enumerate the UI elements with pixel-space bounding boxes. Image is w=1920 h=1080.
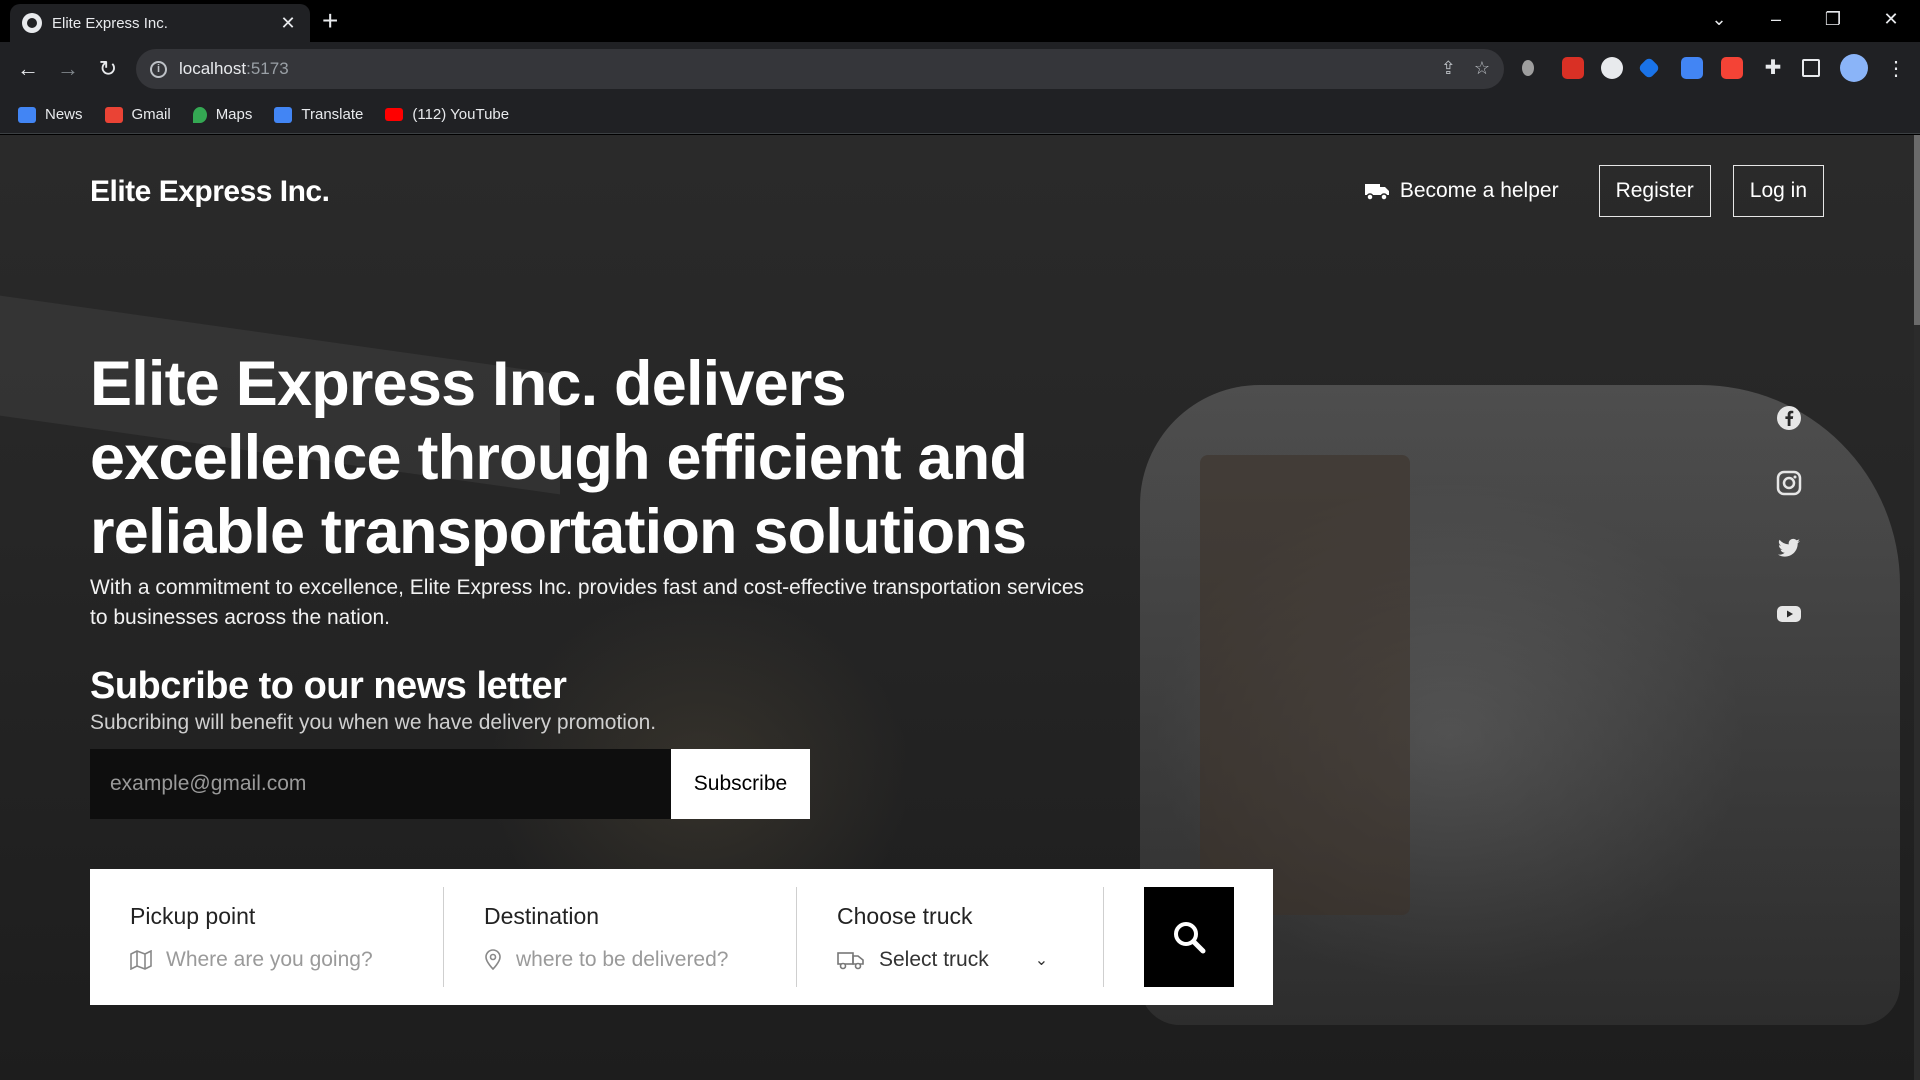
destination-placeholder: where to be delivered? — [516, 947, 729, 971]
close-tab-icon[interactable]: ✕ — [278, 13, 298, 34]
bookmark-youtube[interactable]: (112) YouTube — [385, 106, 509, 123]
youtube-icon[interactable] — [1776, 601, 1802, 627]
bookmark-translate[interactable]: Translate — [274, 106, 363, 123]
login-button[interactable]: Log in — [1732, 165, 1824, 217]
new-tab-icon[interactable]: + — [322, 6, 338, 36]
page-scrollbar[interactable] — [1914, 135, 1920, 1080]
bookmark-maps[interactable]: Maps — [192, 106, 253, 123]
profile-avatar[interactable] — [1840, 54, 1868, 82]
scrollbar-thumb[interactable] — [1914, 135, 1920, 325]
booking-search-card: Pickup point Where are you going? Destin… — [90, 869, 1273, 1005]
hero-title: Elite Express Inc. delivers excellence t… — [90, 349, 1028, 567]
destination-label: Destination — [484, 902, 600, 929]
twitter-icon[interactable] — [1776, 535, 1802, 561]
extension-icon[interactable] — [1522, 60, 1534, 76]
search-button[interactable] — [1144, 887, 1234, 987]
truck-select-value: Select truck — [879, 947, 989, 971]
side-panel-icon[interactable] — [1802, 59, 1820, 77]
site-logo[interactable]: Elite Express Inc. — [90, 175, 330, 209]
minimize-icon[interactable]: – — [1761, 4, 1791, 34]
newsletter-form: example@gmail.com Subscribe — [90, 749, 810, 819]
register-button[interactable]: Register — [1598, 165, 1711, 217]
forward-icon[interactable]: → — [52, 53, 84, 85]
bookmark-label: Translate — [301, 106, 364, 123]
facebook-icon[interactable] — [1776, 405, 1802, 431]
landing-page: Elite Express Inc. Become a helper Regis… — [0, 135, 1920, 1080]
newsletter-title: Subcribe to our news letter — [90, 665, 567, 707]
bookmark-label: News — [45, 106, 83, 123]
site-info-icon[interactable]: i — [150, 60, 167, 78]
extension-icon[interactable] — [1601, 57, 1623, 79]
chevron-down-icon: ⌄ — [1034, 951, 1049, 969]
maps-icon — [192, 106, 207, 123]
bookmark-news[interactable]: News — [18, 106, 83, 123]
site-nav: Become a helper Register Log in — [1364, 165, 1824, 217]
background-van-cargo — [1200, 455, 1410, 915]
pickup-label: Pickup point — [130, 902, 256, 929]
bookmarks-bar: News Gmail Maps Translate (112) YouTube — [0, 96, 1920, 134]
browser-tab[interactable]: Elite Express Inc. ✕ — [10, 4, 310, 42]
instagram-icon[interactable] — [1776, 470, 1802, 496]
reload-icon[interactable]: ↻ — [92, 53, 124, 85]
extension-icon[interactable] — [1562, 57, 1584, 79]
pickup-field: Pickup point Where are you going? — [90, 887, 444, 987]
site-favicon-icon — [22, 13, 42, 33]
news-icon — [18, 106, 36, 123]
subscribe-button[interactable]: Subscribe — [671, 749, 810, 819]
youtube-icon — [385, 108, 404, 121]
bookmark-label: Maps — [215, 106, 253, 123]
extension-icon[interactable] — [1721, 57, 1743, 79]
newsletter-email-input[interactable]: example@gmail.com — [90, 749, 671, 819]
extensions-puzzle-icon[interactable]: ✚ — [1762, 57, 1784, 79]
truck-icon — [837, 951, 864, 969]
bookmark-label: (112) YouTube — [412, 106, 510, 123]
truck-field: Choose truck Select truck ⌄ — [797, 887, 1104, 987]
address-bar[interactable]: i localhost:5173 ⇪ ☆ — [136, 49, 1504, 89]
search-icon — [1174, 922, 1206, 954]
url-host: localhost — [179, 59, 247, 78]
extension-icon[interactable] — [1681, 57, 1703, 79]
destination-field: Destination where to be delivered? — [444, 887, 797, 987]
tab-title: Elite Express Inc. — [52, 14, 168, 32]
become-helper-link[interactable]: Become a helper — [1364, 179, 1559, 203]
gmail-icon — [104, 106, 123, 123]
back-icon[interactable]: ← — [12, 53, 44, 85]
truck-icon — [1364, 181, 1390, 201]
bookmark-star-icon[interactable]: ☆ — [1474, 58, 1490, 79]
tab-search-icon[interactable]: ⌄ — [1704, 4, 1734, 34]
location-pin-icon — [485, 948, 501, 970]
hero-subtitle: With a commitment to excellence, Elite E… — [90, 576, 1085, 629]
pickup-input[interactable]: Where are you going? — [130, 948, 403, 972]
share-icon[interactable]: ⇪ — [1441, 58, 1456, 79]
newsletter-subtitle: Subcribing will benefit you when we have… — [90, 711, 657, 734]
browser-tab-bar: Elite Express Inc. ✕ + ⌄ – ❐ ✕ — [0, 0, 1920, 42]
become-helper-label: Become a helper — [1399, 179, 1559, 202]
destination-input[interactable]: where to be delivered? — [484, 948, 756, 972]
browser-menu-icon[interactable]: ⋮ — [1880, 53, 1912, 85]
bookmark-label: Gmail — [131, 106, 171, 123]
browser-toolbar: ← → ↻ i localhost:5173 ⇪ ☆ ✚ ⋮ — [0, 42, 1920, 96]
translate-icon — [274, 106, 293, 123]
extension-icon[interactable] — [1637, 56, 1661, 80]
pickup-placeholder: Where are you going? — [166, 947, 373, 971]
truck-label: Choose truck — [837, 902, 973, 929]
bookmark-gmail[interactable]: Gmail — [104, 106, 171, 123]
map-icon — [130, 949, 152, 970]
truck-select[interactable]: Select truck ⌄ — [837, 948, 1063, 972]
restore-icon[interactable]: ❐ — [1818, 4, 1848, 34]
url-port: :5173 — [246, 59, 289, 78]
close-window-icon[interactable]: ✕ — [1876, 4, 1906, 34]
